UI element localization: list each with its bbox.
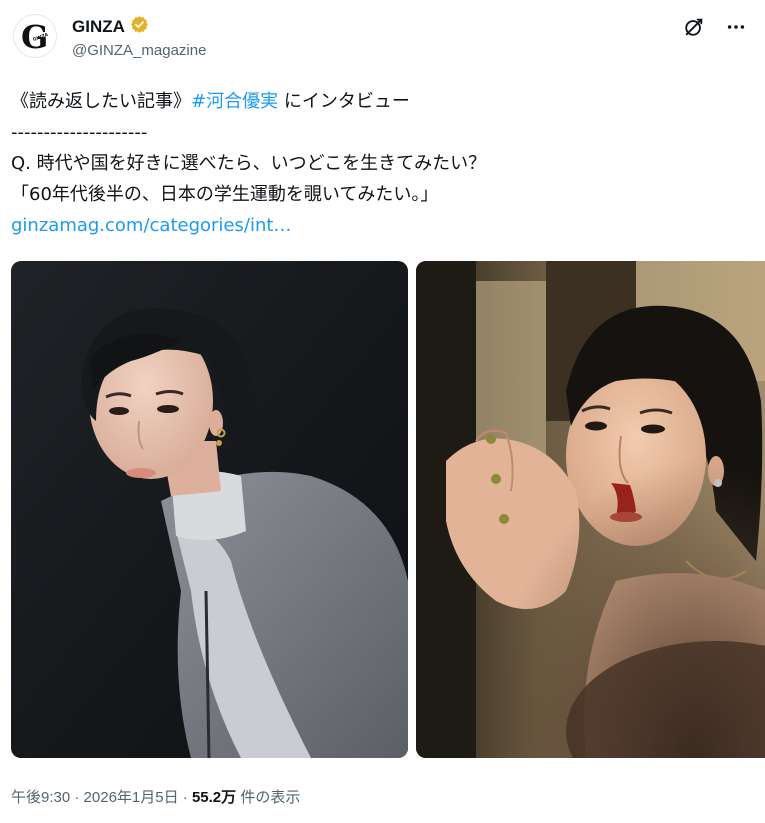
question-line: Q. 時代や国を好きに選べたら、いつどこを生きてみたい？: [11, 153, 487, 174]
views-label: 件の表示: [236, 789, 301, 806]
tweet-date[interactable]: 2026年1月5日: [84, 789, 179, 806]
separator-line: ---------------------: [11, 122, 148, 143]
more-icon[interactable]: [723, 14, 749, 40]
tweet-meta: 午後9:30 · 2026年1月5日 · 55.2万 件の表示: [11, 786, 300, 807]
verified-badge-icon: [130, 15, 149, 38]
tweet-actions-top: [681, 14, 749, 40]
media-image-film-still[interactable]: [416, 261, 765, 758]
tweet-time[interactable]: 午後9:30: [11, 789, 70, 806]
tweet-suffix: にインタビュー: [278, 91, 410, 112]
answer-line: 「60年代後半の、日本の学生運動を覗いてみたい。」: [11, 184, 439, 205]
media-image-portrait[interactable]: [11, 261, 408, 758]
tweet-prefix: 《読み返したい記事》: [11, 91, 191, 112]
meta-dot: ·: [178, 789, 192, 806]
tweet-text: 《読み返したい記事》#河合優実 にインタビュー ----------------…: [11, 86, 751, 241]
display-name[interactable]: GINZA: [72, 17, 125, 37]
avatar[interactable]: G GINZA: [13, 14, 57, 58]
hashtag-link[interactable]: #河合優実: [191, 91, 278, 112]
meta-dot: ·: [70, 789, 84, 806]
views-count: 55.2万: [191, 789, 237, 806]
grok-icon[interactable]: [681, 14, 707, 40]
ginza-logo-icon: G GINZA: [21, 18, 50, 56]
user-handle[interactable]: @GINZA_magazine: [72, 42, 206, 59]
article-link[interactable]: ginzamag.com/categories/int…: [11, 215, 291, 236]
author-name-row[interactable]: GINZA: [72, 15, 149, 38]
tweet-line-1: 《読み返したい記事》#河合優実 にインタビュー: [11, 86, 751, 117]
